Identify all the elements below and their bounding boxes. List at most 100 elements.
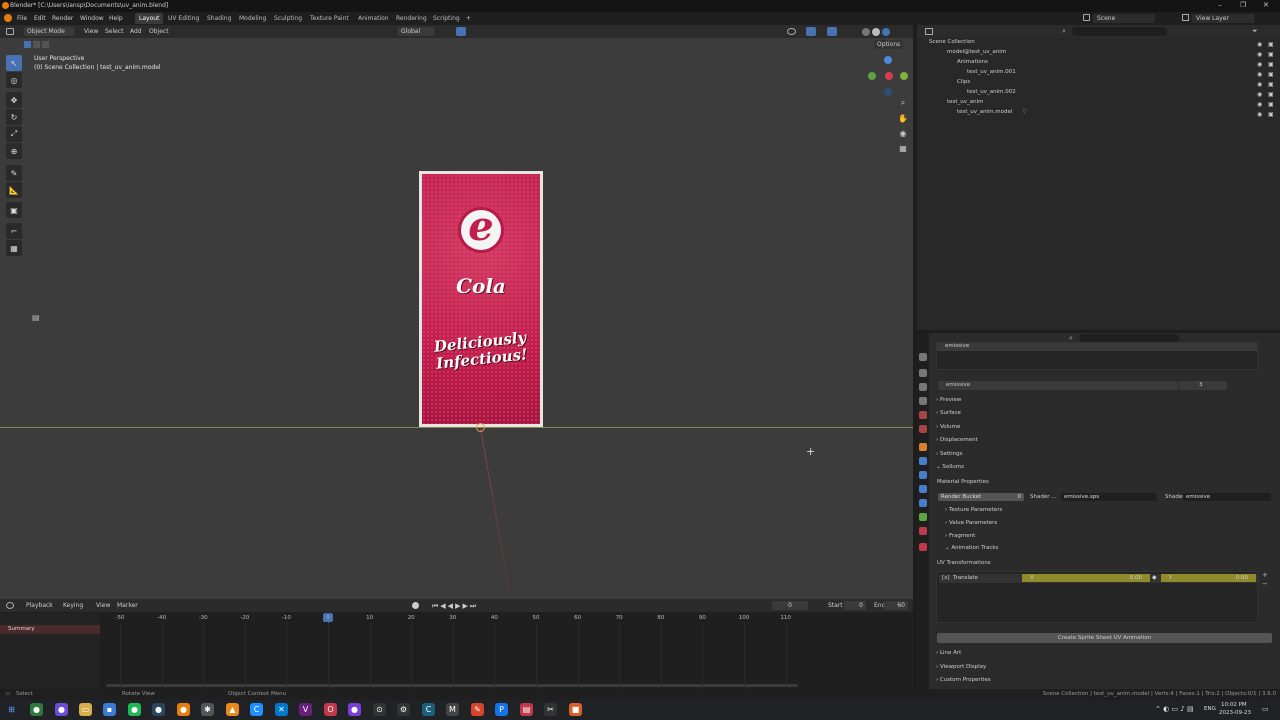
app-icon-6[interactable]: ⊙ xyxy=(373,703,386,716)
snap-icon[interactable] xyxy=(456,27,466,36)
scene-selector[interactable]: Scene xyxy=(1093,14,1155,23)
pan-hand-icon[interactable]: ✋ xyxy=(896,111,910,125)
tab-shading[interactable]: Shading xyxy=(203,13,235,24)
visibility-eye-icon[interactable]: ◉ xyxy=(1257,91,1262,98)
menu-edit[interactable]: Edit xyxy=(34,15,46,22)
app-icon-8[interactable]: C xyxy=(422,703,435,716)
gizmo-y-neg-axis-icon[interactable] xyxy=(900,72,908,80)
select-extend-mode-icon[interactable] xyxy=(33,41,40,48)
add-transform-icon[interactable]: + xyxy=(1262,571,1268,579)
tab-scripting[interactable]: Scripting xyxy=(429,13,464,24)
render-camera-icon[interactable]: ▣ xyxy=(1268,101,1274,108)
material-selector[interactable]: emissive xyxy=(938,381,1178,390)
properties-search-input[interactable] xyxy=(1079,334,1179,342)
visibility-eye-icon[interactable]: ◉ xyxy=(1257,41,1262,48)
opera-icon[interactable]: O xyxy=(324,703,337,716)
shader-field-1[interactable]: emissive.sps xyxy=(1061,493,1157,501)
subsection-fragment[interactable]: › Fragment xyxy=(945,533,1280,544)
visibility-eye-icon[interactable]: ◉ xyxy=(1257,61,1262,68)
visibility-eye-icon[interactable]: ◉ xyxy=(1257,111,1262,118)
timeline-editor-type-icon[interactable] xyxy=(6,602,14,609)
physics-tab-icon[interactable] xyxy=(919,485,927,493)
summary-channel[interactable]: Summary xyxy=(0,625,100,634)
menu-object[interactable]: Object xyxy=(149,28,169,35)
notification-icon[interactable]: ▭ xyxy=(1262,705,1269,713)
menu-file[interactable]: File xyxy=(17,15,27,22)
render-bucket-field[interactable]: Render Bucket 0 xyxy=(938,493,1024,501)
app-icon-12[interactable]: ✂ xyxy=(544,703,557,716)
chrome-icon[interactable]: ● xyxy=(30,703,43,716)
gizmo-z-neg-axis-icon[interactable] xyxy=(884,88,892,96)
render-camera-icon[interactable]: ▣ xyxy=(1268,91,1274,98)
material-tab-icon[interactable] xyxy=(919,527,927,535)
editor-type-icon[interactable] xyxy=(6,28,14,35)
object-tab-icon[interactable] xyxy=(919,443,927,451)
tool-tab-icon[interactable] xyxy=(919,353,927,361)
shading-solid-icon[interactable] xyxy=(862,28,870,36)
menu-render[interactable]: Render xyxy=(52,15,73,22)
perspective-grid-icon[interactable]: ▦ xyxy=(896,141,910,155)
close-window-button[interactable]: ✕ xyxy=(1263,1,1269,9)
select-tool-icon[interactable]: ↖ xyxy=(6,55,22,71)
select-box-mode-icon[interactable] xyxy=(24,41,31,48)
record-icon[interactable] xyxy=(412,602,419,609)
playback-controls-icon[interactable]: ⏮◀◀▶▶⏭ xyxy=(432,602,478,611)
add-workspace-button[interactable]: + xyxy=(466,15,471,22)
particles-tab-icon[interactable] xyxy=(919,471,927,479)
translate-y-field[interactable]: Y 0.00 xyxy=(1161,574,1256,582)
outliner[interactable]: ⌕ ⏷ Scene Collection model@test_uv_anim … xyxy=(917,25,1280,330)
material-slot-row[interactable]: emissive xyxy=(937,343,1257,351)
gizmo-z-axis-icon[interactable] xyxy=(884,56,892,64)
outliner-row-clips[interactable]: Clips xyxy=(917,79,1280,89)
clock-time[interactable]: 10:02 PM xyxy=(1221,702,1247,708)
create-sprite-sheet-button[interactable]: Create Sprite Sheet UV Animation xyxy=(937,633,1272,643)
visibility-eye-icon[interactable]: ◉ xyxy=(1257,51,1262,58)
app-icon-9[interactable]: M xyxy=(446,703,459,716)
menu-marker[interactable]: Marker xyxy=(117,602,138,609)
view-layer-tab-icon[interactable] xyxy=(919,397,927,405)
section-settings[interactable]: › Settings xyxy=(936,451,1274,462)
section-sollumz[interactable]: ⌄ Sollumz xyxy=(936,464,1274,475)
visibility-eye-icon[interactable]: ◉ xyxy=(1257,71,1262,78)
clock-date[interactable]: 2023-09-23 xyxy=(1219,710,1251,716)
app-icon-13[interactable]: ■ xyxy=(569,703,582,716)
visibility-eye-icon[interactable]: ◉ xyxy=(1257,81,1262,88)
menu-add[interactable]: Add xyxy=(130,28,142,35)
outliner-row-anim-002[interactable]: test_uv_anim.002 xyxy=(917,89,1280,99)
poster-object[interactable]: e Cola Deliciously Infectious! xyxy=(419,171,543,427)
annotate-tool-icon[interactable]: ✎ xyxy=(6,165,22,181)
transform-tool-icon[interactable]: ⊕ xyxy=(6,143,22,159)
outliner-row-model-mesh[interactable]: test_uv_anim.model ▽ xyxy=(917,109,1280,119)
visual-studio-icon[interactable]: V xyxy=(299,703,312,716)
menu-select[interactable]: Select xyxy=(105,28,124,35)
section-surface[interactable]: › Surface xyxy=(936,410,1274,421)
camera-view-icon[interactable]: ◉ xyxy=(896,126,910,140)
data-tab-icon[interactable] xyxy=(919,513,927,521)
app-icon-4[interactable]: C xyxy=(250,703,263,716)
outliner-editor-type-icon[interactable] xyxy=(925,28,933,35)
gizmo-toggle-icon[interactable] xyxy=(806,27,816,36)
tab-layout[interactable]: Layout xyxy=(135,13,164,24)
transform-orientation-selector[interactable]: Global xyxy=(398,27,434,36)
tab-sculpting[interactable]: Sculpting xyxy=(270,13,306,24)
render-tab-icon[interactable] xyxy=(919,369,927,377)
section-custom-properties[interactable]: › Custom Properties xyxy=(936,677,1274,688)
app-icon-11[interactable]: ▤ xyxy=(520,703,533,716)
subsection-value-params[interactable]: › Value Parameters xyxy=(945,520,1280,531)
shading-material-icon[interactable] xyxy=(872,28,880,36)
timeline-editor[interactable]: Playback Keying View Marker ⏮◀◀▶▶⏭ 0 Sta… xyxy=(0,599,913,689)
app-icon-2[interactable]: ▪ xyxy=(103,703,116,716)
scale-tool-icon[interactable]: ⤢ xyxy=(6,126,22,142)
view-layer-selector[interactable]: View Layer xyxy=(1192,14,1254,23)
gizmo-y-axis-icon[interactable] xyxy=(868,72,876,80)
vscode-icon[interactable]: ✕ xyxy=(275,703,288,716)
constraints-tab-icon[interactable] xyxy=(919,499,927,507)
texture-tab-icon[interactable] xyxy=(919,543,927,551)
keyframe-x-icon[interactable]: ◆ xyxy=(1152,574,1157,581)
render-camera-icon[interactable]: ▣ xyxy=(1268,41,1274,48)
app-icon-3[interactable]: ✱ xyxy=(201,703,214,716)
menu-playback[interactable]: Playback xyxy=(26,602,53,609)
outliner-row-scene-collection[interactable]: Scene Collection xyxy=(917,39,1280,49)
app-icon-1[interactable]: ● xyxy=(55,703,68,716)
tab-texture-paint[interactable]: Texture Paint xyxy=(306,13,353,24)
